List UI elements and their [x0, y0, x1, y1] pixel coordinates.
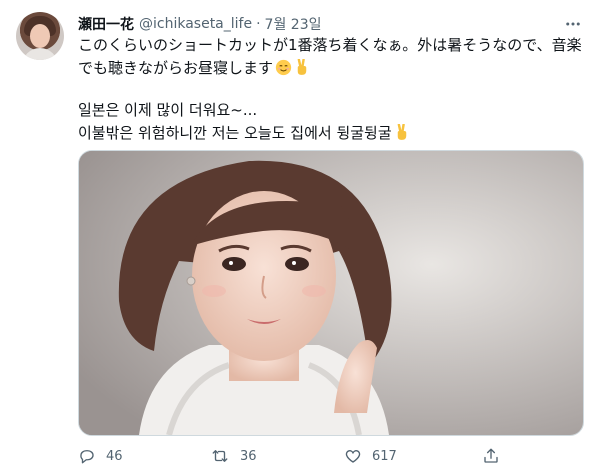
share-icon: [484, 448, 498, 463]
tweet-card[interactable]: 瀬田一花 @ichikaseta_life · 7월 23일 このくらいのショー…: [0, 0, 600, 474]
tweet-actions: 46 36 617: [78, 442, 586, 470]
more-options-button[interactable]: [562, 14, 584, 34]
more-horizontal-icon: [566, 22, 580, 26]
reply-count: 46: [106, 448, 123, 464]
victory-hand-emoji-icon: [394, 123, 410, 148]
display-name[interactable]: 瀬田一花: [78, 14, 134, 34]
reply-icon: [80, 450, 94, 464]
tweet-photo[interactable]: [78, 150, 584, 436]
retweet-icon: [212, 450, 228, 462]
tweet-text-segment: 이불밖은 위험하니깐 저는 오늘도 집에서 뒹굴뒹굴: [78, 124, 392, 142]
heart-icon: [345, 450, 361, 463]
tweet-text-line: 일본은 이제 많이 더워요~...: [78, 101, 258, 119]
portrait-photo: [79, 151, 583, 435]
tweet-text-line: でも聴きながらお昼寝します: [78, 57, 586, 83]
tweet-text-line: 이불밖은 위험하니깐 저는 오늘도 집에서 뒹굴뒹굴: [78, 122, 586, 148]
victory-hand-emoji-icon: [294, 58, 310, 83]
retweet-button[interactable]: 36: [210, 442, 257, 470]
relieved-face-emoji-icon: [275, 59, 292, 83]
avatar[interactable]: [16, 12, 64, 60]
like-button[interactable]: 617: [344, 442, 397, 470]
tweet-text: このくらいのショートカットが1番落ち着くなぁ。外は暑そうなので、音楽 でも聴きな…: [78, 34, 586, 148]
tweet-header: 瀬田一花 @ichikaseta_life · 7월 23일: [78, 14, 321, 34]
tweet-text-segment: でも聴きながらお昼寝します: [78, 59, 274, 77]
separator-dot: ·: [256, 16, 261, 32]
reply-button[interactable]: 46: [78, 442, 123, 470]
user-handle[interactable]: @ichikaseta_life: [139, 16, 252, 32]
retweet-count: 36: [240, 448, 257, 464]
share-button[interactable]: [482, 442, 510, 470]
tweet-date[interactable]: 7월 23일: [265, 14, 322, 34]
tweet-text-line: このくらいのショートカットが1番落ち着くなぁ。外は暑そうなので、音楽: [78, 36, 582, 54]
like-count: 617: [372, 448, 397, 464]
